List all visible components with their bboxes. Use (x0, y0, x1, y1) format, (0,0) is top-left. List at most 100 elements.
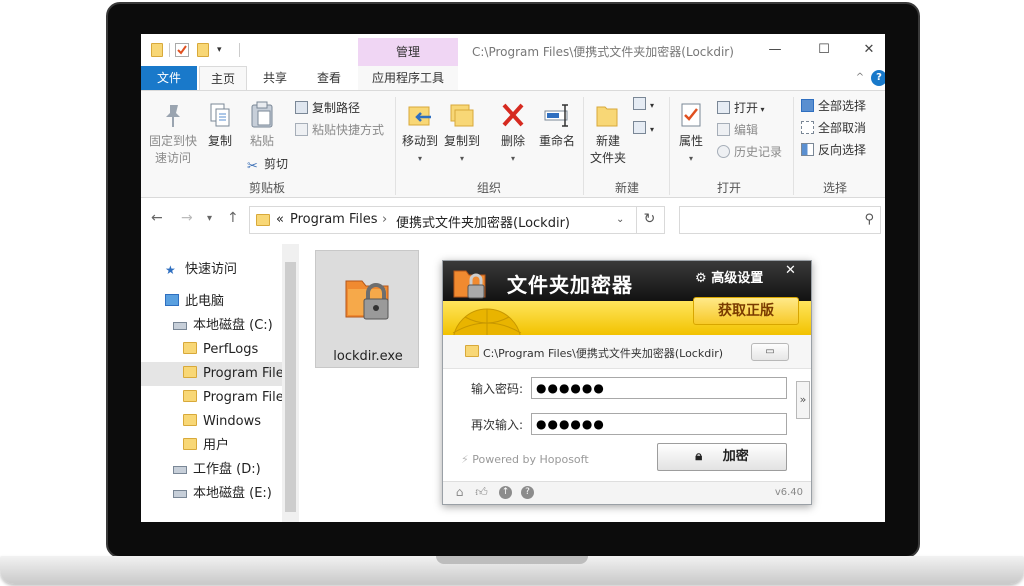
expand-panel-button[interactable]: » (796, 381, 810, 419)
open-group-label: 打开 (716, 181, 741, 195)
group-divider (395, 97, 396, 195)
forward-arrow-icon[interactable]: → (181, 210, 193, 226)
paste-button[interactable]: 粘贴 (243, 101, 281, 150)
group-divider (583, 97, 584, 195)
easy-access-button[interactable]: ▾ (633, 119, 654, 137)
tab-home[interactable]: 主页 (199, 66, 247, 90)
history-button[interactable]: 历史记录 (717, 143, 782, 161)
move-to-button[interactable]: 移动到 ▾ (399, 101, 441, 167)
laptop-notch (436, 556, 588, 564)
paste-icon (249, 101, 275, 129)
new-item-button[interactable]: ▾ (633, 95, 654, 113)
help-icon[interactable]: ? (521, 486, 534, 499)
address-chevrons[interactable]: « (276, 212, 284, 227)
delete-icon (500, 101, 526, 129)
search-input[interactable]: ⚲ (679, 206, 881, 234)
paste-shortcut-button[interactable]: 粘贴快捷方式 (295, 121, 384, 139)
edit-button[interactable]: 编辑 (717, 121, 758, 139)
nav-users[interactable]: 用户 (183, 434, 229, 458)
new-item-dropdown-icon: ▾ (650, 101, 655, 110)
nav-drive-c[interactable]: 本地磁盘 (C:) (173, 314, 273, 338)
nav-label: 工作盘 (D:) (193, 462, 261, 477)
nav-program-files-x86[interactable]: Program Files (183, 386, 282, 410)
quick-access-dropdown-icon[interactable]: ▾ (217, 43, 227, 57)
copy-icon (207, 101, 233, 129)
file-lockdir-exe[interactable]: lockdir.exe (315, 250, 419, 368)
nav-drive-d[interactable]: 工作盘 (D:) (173, 458, 261, 482)
nav-program-files-selected[interactable]: Program Files (141, 362, 291, 386)
properties-quick-icon[interactable] (175, 43, 189, 57)
nav-scrollbar-thumb[interactable] (285, 262, 296, 512)
password-input[interactable]: ●●●●●● (531, 377, 787, 399)
recent-locations-icon[interactable]: ▾ (207, 213, 212, 224)
history-icon (717, 145, 730, 158)
advanced-settings-button[interactable]: ⚙ 高级设置 (695, 267, 763, 286)
nav-label: Program Files (203, 390, 282, 405)
breadcrumb-separator[interactable]: › (382, 212, 387, 227)
copy-button[interactable]: 复制 (203, 101, 237, 150)
easy-access-icon (633, 121, 646, 134)
refresh-icon[interactable]: ↻ (636, 206, 662, 234)
copy-label: 复制 (207, 134, 232, 148)
copy-to-button[interactable]: 复制到 ▾ (441, 101, 483, 167)
nav-perflogs[interactable]: PerfLogs (183, 338, 258, 362)
up-arrow-icon[interactable]: ↑ (227, 210, 239, 226)
breadcrumb-lockdir[interactable]: 便携式文件夹加密器(Lockdir) (396, 212, 570, 231)
title-bar: ▾ 管理 C:\Program Files\便携式文件夹加密器(Lockdir)… (141, 34, 885, 66)
new-folder-quick-icon[interactable] (197, 43, 209, 57)
open-button[interactable]: 打开 ▾ (717, 99, 765, 117)
ribbon: 固定到快 速访问 复制 粘贴 复制路径 粘贴快捷方式 ✂ 剪切 剪贴板 移动到 … (141, 90, 885, 198)
select-none-button[interactable]: 全部取消 (801, 119, 866, 137)
nav-quick-access[interactable]: ★ 快速访问 (165, 258, 237, 282)
move-to-dropdown-icon: ▾ (417, 154, 422, 163)
lock-icon: 🔒︎ (695, 449, 707, 464)
tab-manage[interactable]: 管理 (358, 38, 458, 66)
help-icon[interactable]: ? (871, 70, 885, 86)
invert-selection-button[interactable]: 反向选择 (801, 141, 866, 159)
nav-label: PerfLogs (203, 342, 259, 357)
home-icon[interactable]: ⌂ (453, 486, 466, 499)
group-divider (669, 97, 670, 195)
folder-icon (183, 366, 197, 378)
app-close-button[interactable]: ✕ (785, 263, 796, 278)
confirm-password-input[interactable]: ●●●●●● (531, 413, 787, 435)
powered-by-link[interactable]: ⚡ Powered by Hoposoft (461, 453, 589, 466)
paste-label: 粘贴 (249, 134, 274, 148)
globe-icon (451, 303, 523, 378)
browse-folder-button[interactable]: ▭ (751, 343, 789, 361)
nav-windows[interactable]: Windows (183, 410, 261, 434)
nav-this-pc[interactable]: 此电脑 (165, 290, 224, 314)
folder-path-row: C:\Program Files\便携式文件夹加密器(Lockdir) ▭ (443, 335, 811, 369)
close-button[interactable]: ✕ (859, 40, 879, 60)
copy-path-button[interactable]: 复制路径 (295, 99, 360, 117)
get-genuine-button[interactable]: 获取正版 (693, 297, 799, 325)
rename-button[interactable]: 重命名 (535, 101, 579, 150)
tab-view[interactable]: 查看 (305, 66, 353, 90)
tab-share[interactable]: 共享 (251, 66, 299, 90)
search-icon: ⚲ (864, 212, 874, 227)
pin-quick-access-button[interactable]: 固定到快 速访问 (145, 101, 201, 167)
maximize-button[interactable]: ☐ (814, 40, 834, 60)
tab-app-tools[interactable]: 应用程序工具 (358, 66, 458, 90)
address-dropdown-icon[interactable]: ⌄ (616, 214, 624, 225)
encrypt-button[interactable]: 🔒︎ 加密 (657, 443, 787, 471)
properties-button[interactable]: 属性 ▾ (673, 101, 709, 167)
new-folder-label-2: 文件夹 (589, 151, 626, 165)
delete-button[interactable]: 删除 ▾ (493, 101, 533, 167)
cut-button[interactable]: ✂ 剪切 (247, 155, 288, 174)
back-arrow-icon[interactable]: ← (151, 210, 163, 226)
tab-file[interactable]: 文件 (141, 66, 197, 90)
new-folder-button[interactable]: 新建 文件夹 (587, 101, 629, 167)
explorer-window: ▾ 管理 C:\Program Files\便携式文件夹加密器(Lockdir)… (141, 34, 885, 522)
folder-path: C:\Program Files\便携式文件夹加密器(Lockdir) (483, 347, 724, 360)
nav-drive-e[interactable]: 本地磁盘 (E:) (173, 482, 272, 506)
address-bar[interactable]: « Program Files › 便携式文件夹加密器(Lockdir) ⌄ ↻ (249, 206, 665, 234)
easy-access-dropdown-icon: ▾ (650, 125, 655, 134)
thumbs-up-icon[interactable]: 👍︎ (475, 486, 488, 499)
minimize-button[interactable]: — (765, 40, 785, 60)
select-all-button[interactable]: 全部选择 (801, 97, 866, 115)
upgrade-icon[interactable]: ↑ (499, 486, 512, 499)
breadcrumb-program-files[interactable]: Program Files (290, 212, 378, 227)
collapse-ribbon-icon[interactable]: ^ (853, 66, 867, 90)
edit-icon (717, 123, 730, 136)
